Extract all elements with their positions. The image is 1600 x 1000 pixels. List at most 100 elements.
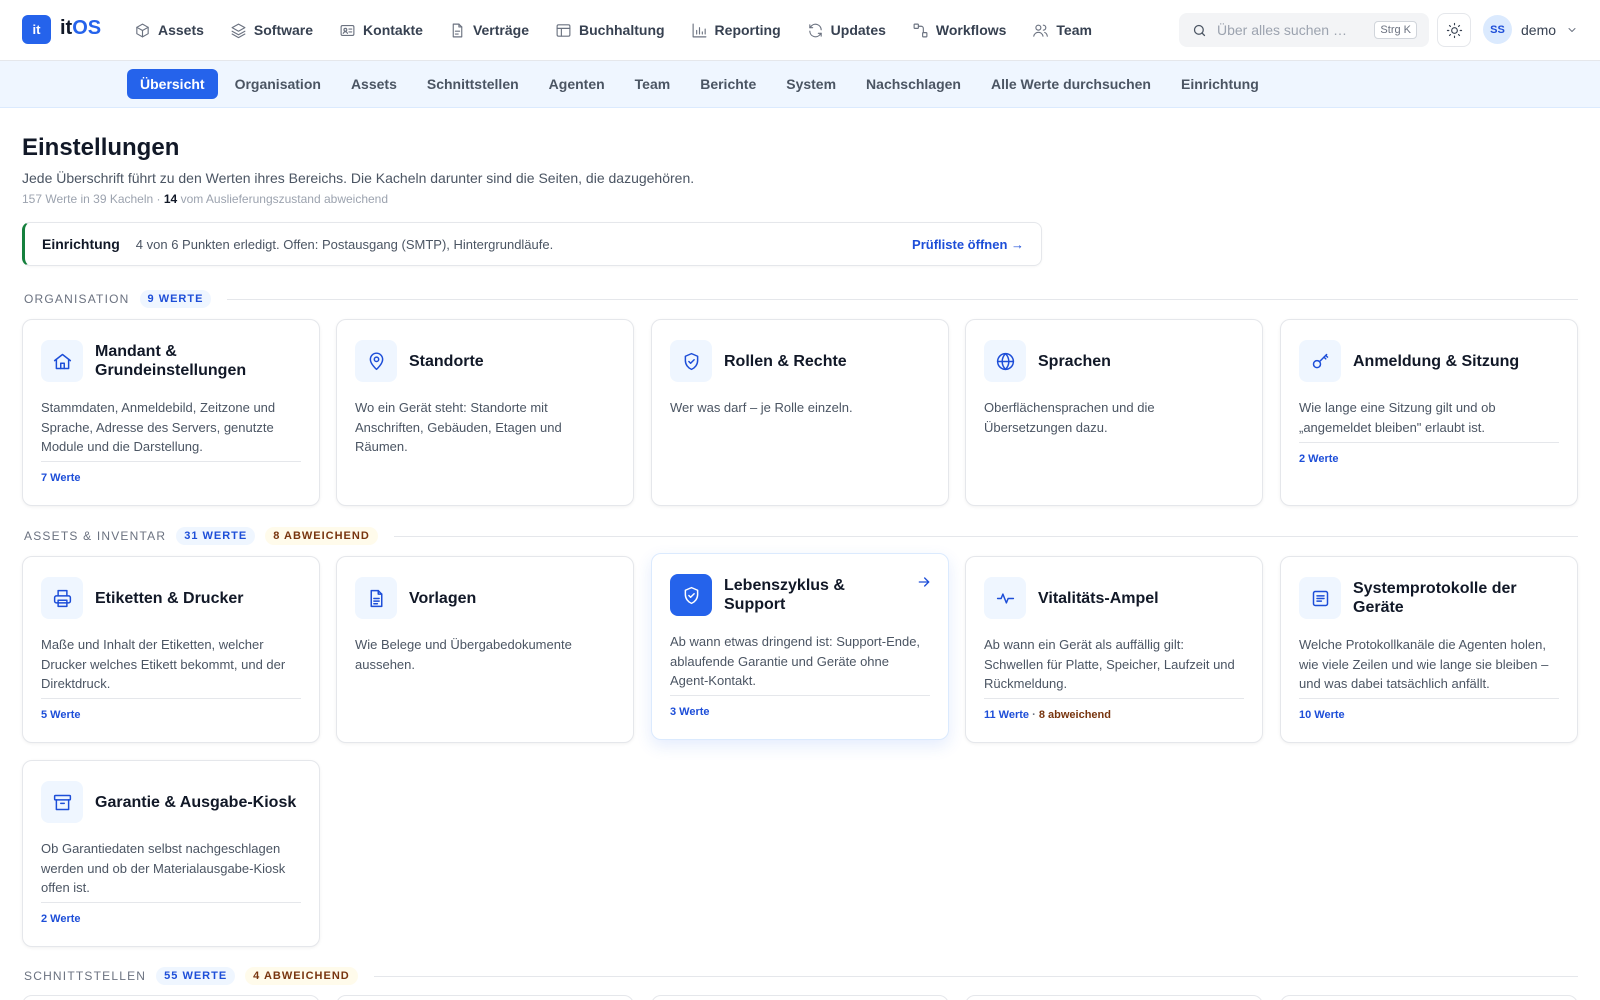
card-title: Systemprotokolle der Geräte — [1353, 580, 1517, 616]
section-divider — [393, 535, 1578, 537]
card-standorte[interactable]: Standorte Wo ein Gerät steht: Standorte … — [336, 319, 634, 506]
nav-assets-label: Assets — [158, 22, 204, 38]
bar-chart-icon — [692, 23, 706, 37]
banner-text: 4 von 6 Punkten erledigt. Offen: Postaus… — [135, 236, 554, 252]
card-description: Wie Belege und Übergabedokumente aussehe… — [355, 637, 572, 672]
card-partial[interactable] — [22, 995, 320, 1000]
page-title: Einstellungen — [22, 134, 180, 161]
footer-separator: · — [1029, 709, 1039, 721]
card-icon-box — [1299, 340, 1341, 382]
nav-kontakte[interactable]: Kontakte — [339, 22, 423, 39]
card-footer: 2 Werte — [1299, 442, 1559, 465]
card-title: Mandant & Grundeinstellungen — [95, 343, 247, 379]
card-partial[interactable] — [1280, 995, 1578, 1000]
card-vorlagen[interactable]: Vorlagen Wie Belege und Übergabedokument… — [336, 556, 634, 743]
document-icon — [452, 23, 463, 37]
tab-agenten[interactable]: Agenten — [549, 76, 605, 92]
tab-berichte[interactable]: Berichte — [700, 76, 756, 92]
theme-toggle-button[interactable] — [1437, 13, 1471, 47]
card-description: Wer was darf – je Rolle einzeln. — [670, 400, 853, 415]
logo-mark[interactable]: it — [22, 15, 51, 44]
tab-assets[interactable]: Assets — [351, 76, 397, 92]
card-partial[interactable] — [651, 995, 949, 1000]
layers-icon — [231, 23, 246, 38]
nav-updates[interactable]: Updates — [807, 22, 886, 39]
card-icon-box — [670, 574, 712, 616]
card-icon-box — [984, 340, 1026, 382]
nav-vertraege[interactable]: Verträge — [449, 22, 529, 39]
values-count: 10 Werte — [1299, 709, 1345, 721]
archive-icon — [53, 794, 71, 810]
card-footer: 2 Werte — [41, 902, 301, 925]
card-title: Vitalitäts-Ampel — [1038, 589, 1159, 607]
card-mandant[interactable]: Mandant & Grundeinstellungen Stammdaten,… — [22, 319, 320, 506]
contact-card-icon — [340, 24, 355, 36]
card-icon-box — [984, 577, 1026, 619]
page-description: Jede Überschrift führt zu den Werten ihr… — [22, 170, 695, 186]
refresh-icon — [808, 23, 822, 37]
values-badge: 31 WERTE — [176, 527, 256, 545]
card-lebenszyklus-support[interactable]: Lebenszyklus & Support Ab wann etwas dri… — [651, 553, 949, 740]
global-search[interactable]: Strg K — [1179, 13, 1429, 47]
values-count: 3 Werte — [670, 706, 710, 718]
tab-system[interactable]: System — [786, 76, 836, 92]
card-title: Rollen & Rechte — [724, 352, 847, 370]
values-badge: 55 WERTE — [156, 967, 236, 985]
values-count: 2 Werte — [1299, 453, 1339, 465]
shield-check-icon — [684, 352, 698, 370]
open-checklist-link[interactable]: Prüfliste öffnen → — [912, 237, 1024, 252]
card-title: Vorlagen — [409, 589, 477, 607]
card-anmeldung-sitzung[interactable]: Anmeldung & Sitzung Wie lange eine Sitzu… — [1280, 319, 1578, 506]
card-etiketten-drucker[interactable]: Etiketten & Drucker Maße und Inhalt der … — [22, 556, 320, 743]
avatar: SS — [1483, 15, 1512, 44]
values-count: 2 Werte — [41, 913, 81, 925]
tab-uebersicht[interactable]: Übersicht — [127, 69, 218, 99]
nav-assets[interactable]: Assets — [134, 22, 204, 39]
card-systemprotokolle[interactable]: Systemprotokolle der Geräte Welche Proto… — [1280, 556, 1578, 743]
card-footer: 7 Werte — [41, 461, 301, 484]
main-nav: Assets Software Kontakte Verträge Buchha… — [134, 0, 1118, 60]
card-rollen-rechte[interactable]: Rollen & Rechte Wer was darf – je Rolle … — [651, 319, 949, 506]
tab-nachschlagen[interactable]: Nachschlagen — [866, 76, 961, 92]
nav-updates-label: Updates — [830, 22, 886, 38]
card-description: Maße und Inhalt der Etiketten, welcher D… — [41, 637, 286, 691]
card-sprachen[interactable]: Sprachen Oberflächensprachen und die Übe… — [965, 319, 1263, 506]
diff-count: 8 abweichend — [1038, 709, 1111, 721]
nav-buchhaltung-label: Buchhaltung — [579, 22, 665, 38]
logo-text[interactable]: itOS — [60, 17, 101, 40]
tab-alle-werte[interactable]: Alle Werte durchsuchen — [991, 76, 1151, 92]
arrow-right-icon — [918, 577, 930, 587]
home-icon — [53, 353, 71, 369]
card-vitalitaets-ampel[interactable]: Vitalitäts-Ampel Ab wann ein Gerät als a… — [965, 556, 1263, 743]
tab-team[interactable]: Team — [635, 76, 671, 92]
nav-reporting[interactable]: Reporting — [691, 22, 781, 39]
banner-title: Einrichtung — [42, 236, 120, 252]
section-title: SCHNITTSTELLEN — [24, 969, 147, 983]
tab-schnittstellen[interactable]: Schnittstellen — [427, 76, 519, 92]
section-header-schnittstellen[interactable]: SCHNITTSTELLEN 55 WERTE 4 ABWEICHEND — [24, 966, 1578, 986]
section-header-organisation[interactable]: ORGANISATION 9 WERTE — [24, 289, 1578, 309]
card-partial[interactable] — [965, 995, 1263, 1000]
section-divider — [227, 298, 1578, 300]
tab-einrichtung[interactable]: Einrichtung — [1181, 76, 1259, 92]
card-partial[interactable] — [336, 995, 634, 1000]
nav-workflows[interactable]: Workflows — [912, 22, 1006, 39]
tab-organisation[interactable]: Organisation — [235, 76, 321, 92]
values-count: 5 Werte — [41, 709, 81, 721]
meta-count: 14 — [163, 192, 178, 206]
user-menu[interactable]: SS demo — [1483, 15, 1578, 44]
card-description: Wie lange eine Sitzung gilt und ob „ange… — [1299, 400, 1496, 435]
section-header-assets[interactable]: ASSETS & INVENTAR 31 WERTE 8 ABWEICHEND — [24, 526, 1578, 546]
nav-buchhaltung[interactable]: Buchhaltung — [555, 22, 665, 39]
values-count: 11 Werte — [984, 709, 1030, 721]
globe-icon — [996, 352, 1014, 370]
search-input[interactable] — [1217, 22, 1367, 38]
users-icon — [1033, 24, 1049, 37]
values-badge: 9 WERTE — [139, 290, 212, 308]
cube-icon — [136, 23, 149, 37]
card-garantie-kiosk[interactable]: Garantie & Ausgabe-Kiosk Ob Garantiedate… — [22, 760, 320, 947]
card-footer: 5 Werte — [41, 698, 301, 721]
nav-team[interactable]: Team — [1032, 22, 1092, 39]
meta-suffix: vom Auslieferungszustand abweichend — [177, 192, 389, 206]
nav-software[interactable]: Software — [230, 22, 313, 39]
